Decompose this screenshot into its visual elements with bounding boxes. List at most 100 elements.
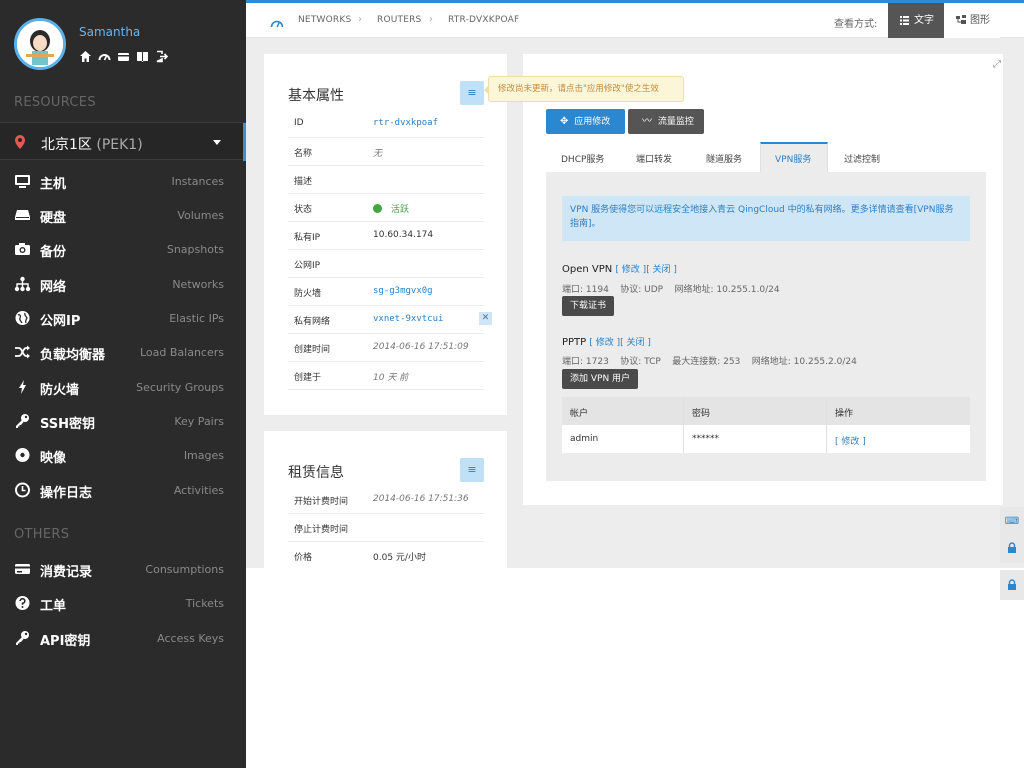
sidebar-item-load-balancers[interactable]: 负载均衡器 Load Balancers xyxy=(0,337,246,367)
others-heading: OTHERS xyxy=(14,527,70,542)
expand-icon[interactable]: ⤢ xyxy=(990,58,1004,72)
panel-title: 租赁信息 xyxy=(288,465,344,481)
move-icon: ✥ xyxy=(560,116,569,127)
region-name: 北京1区 xyxy=(41,137,92,153)
sidebar-item-volumes[interactable]: 硬盘 Volumes xyxy=(0,200,246,230)
view-text-button[interactable]: 文字 xyxy=(888,3,944,38)
dashboard-icon[interactable] xyxy=(98,50,111,63)
property-row-public-ip: 公网IP xyxy=(288,250,484,278)
user-profile: Samantha xyxy=(0,0,246,88)
list-icon xyxy=(900,16,909,25)
chart-line-icon: 〰 xyxy=(642,116,652,127)
tab-filter-control[interactable]: 过滤控制 xyxy=(844,152,880,165)
key-icon xyxy=(14,413,31,429)
network-icon xyxy=(14,276,31,292)
username[interactable]: Samantha xyxy=(79,25,140,39)
shuffle-icon xyxy=(14,344,31,360)
logout-icon[interactable] xyxy=(155,50,169,63)
profile-toolbar xyxy=(79,50,169,63)
card-icon[interactable] xyxy=(117,50,130,63)
column-divider xyxy=(826,397,827,453)
top-bar: NETWORKS › ROUTERS › RTR-DVXKPOAF 查看方式: … xyxy=(246,0,1024,38)
region-code: (PEK1) xyxy=(96,137,143,153)
property-row-private-ip: 私有IP 10.60.34.174 xyxy=(288,222,484,250)
region-selector[interactable]: 北京1区 (PEK1) xyxy=(0,122,246,161)
apply-changes-button[interactable]: ✥ 应用修改 xyxy=(546,109,625,134)
bolt-icon xyxy=(14,379,31,395)
book-icon[interactable] xyxy=(136,50,149,63)
sidebar-item-consumptions[interactable]: 消费记录 Consumptions xyxy=(0,554,246,584)
property-row-vxnet: 私有网络 vxnet-9xvtcui ✕ xyxy=(288,306,492,334)
openvpn-heading: Open VPN [ 修改 ][ 关闭 ] xyxy=(562,264,677,275)
price-unit: 元/小时 xyxy=(393,553,426,563)
pptp-close-link[interactable]: [ 关闭 ] xyxy=(620,338,651,348)
status-active-icon xyxy=(373,204,382,213)
sidebar-item-security-groups[interactable]: 防火墙 Security Groups xyxy=(0,372,246,402)
breadcrumb-router-id: RTR-DVXKPOAF xyxy=(448,15,520,25)
price-value: 0.05 xyxy=(373,553,394,563)
clock-icon xyxy=(14,482,31,498)
lease-info-panel: 租赁信息 ≡ 开始计费时间 2014-06-16 17:51:36 停止计费时间… xyxy=(264,431,507,568)
graph-icon xyxy=(956,15,966,24)
sidebar-item-tickets[interactable]: 工单 Tickets xyxy=(0,588,246,618)
map-pin-icon xyxy=(15,135,25,149)
sidebar-item-images[interactable]: 映像 Images xyxy=(0,440,246,470)
sidebar-item-instances[interactable]: 主机 Instances xyxy=(0,166,246,196)
breadcrumb-routers[interactable]: ROUTERS xyxy=(377,15,421,25)
menu-icon[interactable]: ≡ xyxy=(460,81,484,105)
status-badge: 活跃 xyxy=(391,205,410,215)
sidebar-item-activities[interactable]: 操作日志 Activities xyxy=(0,475,246,505)
lock-icon[interactable] xyxy=(1000,570,1024,600)
table-header: 帐户 密码 操作 xyxy=(562,397,970,425)
sidebar-item-key-pairs[interactable]: SSH密钥 Key Pairs xyxy=(0,406,246,436)
openvpn-meta: 端口: 1194 协议: UDP 网络地址: 10.255.1.0/24 xyxy=(562,285,780,295)
sidebar-item-elastic-ips[interactable]: 公网IP Elastic IPs xyxy=(0,303,246,333)
property-row-price: 价格 0.05 元/小时 xyxy=(294,553,426,563)
camera-icon xyxy=(14,241,31,257)
traffic-monitor-button[interactable]: 〰 流量监控 xyxy=(628,109,704,134)
speedometer-icon[interactable] xyxy=(270,14,284,33)
avatar[interactable] xyxy=(14,18,66,70)
add-vpn-user-button[interactable]: 添加 VPN 用户 xyxy=(562,369,639,389)
column-divider xyxy=(683,397,684,453)
tab-tunnel[interactable]: 隧道服务 xyxy=(706,152,742,165)
property-row-created-time: 创建时间 2014-06-16 17:51:09 xyxy=(288,334,484,362)
row-modify-link[interactable]: [ 修改 ] xyxy=(835,434,866,447)
tab-port-forwarding[interactable]: 端口转发 xyxy=(636,152,672,165)
basic-properties-panel: 基本属性 ≡ ID rtr-dvxkpoaf 名称 无 描述 状态 活跃 私有I… xyxy=(264,54,507,415)
breadcrumb-networks[interactable]: NETWORKS xyxy=(298,15,351,25)
chevron-down-icon xyxy=(213,140,221,145)
card-icon xyxy=(14,561,31,577)
lock-icon[interactable] xyxy=(1000,533,1024,563)
menu-icon[interactable]: ≡ xyxy=(460,458,484,482)
sidebar-item-snapshots[interactable]: 备份 Snapshots xyxy=(0,234,246,264)
property-row-billing-stop: 停止计费时间 xyxy=(288,514,484,542)
pending-changes-tooltip: 修改尚未更新，请点击"应用修改"使之生效 xyxy=(484,76,684,102)
view-graph-button[interactable]: 图形 xyxy=(944,3,1000,38)
sidebar: Samantha RESOURCES 北京1区 (PEK1) 主机 Instan… xyxy=(0,0,246,768)
vpn-info-banner: VPN 服务使得您可以远程安全地接入青云 QingCloud 中的私有网络。更多… xyxy=(562,196,970,241)
tab-vpn[interactable]: VPN服务 xyxy=(775,152,811,165)
openvpn-close-link[interactable]: [ 关闭 ] xyxy=(646,265,677,275)
question-icon xyxy=(14,595,31,611)
property-row-created-ago: 创建于 10 天 前 xyxy=(288,362,484,390)
home-icon[interactable] xyxy=(79,50,92,63)
chevron-right-icon: › xyxy=(358,14,362,25)
property-row-name: 名称 无 xyxy=(288,138,484,166)
sidebar-item-networks[interactable]: 网络 Networks xyxy=(0,269,246,299)
property-row-description: 描述 xyxy=(288,166,484,194)
download-cert-button[interactable]: 下载证书 xyxy=(562,296,615,316)
openvpn-modify-link[interactable]: [ 修改 ] xyxy=(615,265,646,275)
table-row: admin ****** [ 修改 ] xyxy=(562,425,970,453)
pptp-modify-link[interactable]: [ 修改 ] xyxy=(589,338,620,348)
monitor-icon xyxy=(14,173,31,189)
property-row-firewall: 防火墙 sg-g3mgvx0g xyxy=(288,278,484,306)
pptp-heading: PPTP [ 修改 ][ 关闭 ] xyxy=(562,337,651,348)
view-mode-label: 查看方式: xyxy=(834,19,878,30)
close-icon[interactable]: ✕ xyxy=(479,312,492,325)
property-row-id: ID rtr-dvxkpoaf xyxy=(288,110,484,138)
tab-dhcp[interactable]: DHCP服务 xyxy=(561,152,604,165)
sidebar-item-access-keys[interactable]: API密钥 Access Keys xyxy=(0,623,246,653)
chevron-right-icon: › xyxy=(429,14,433,25)
property-row-status: 状态 活跃 xyxy=(288,194,484,222)
